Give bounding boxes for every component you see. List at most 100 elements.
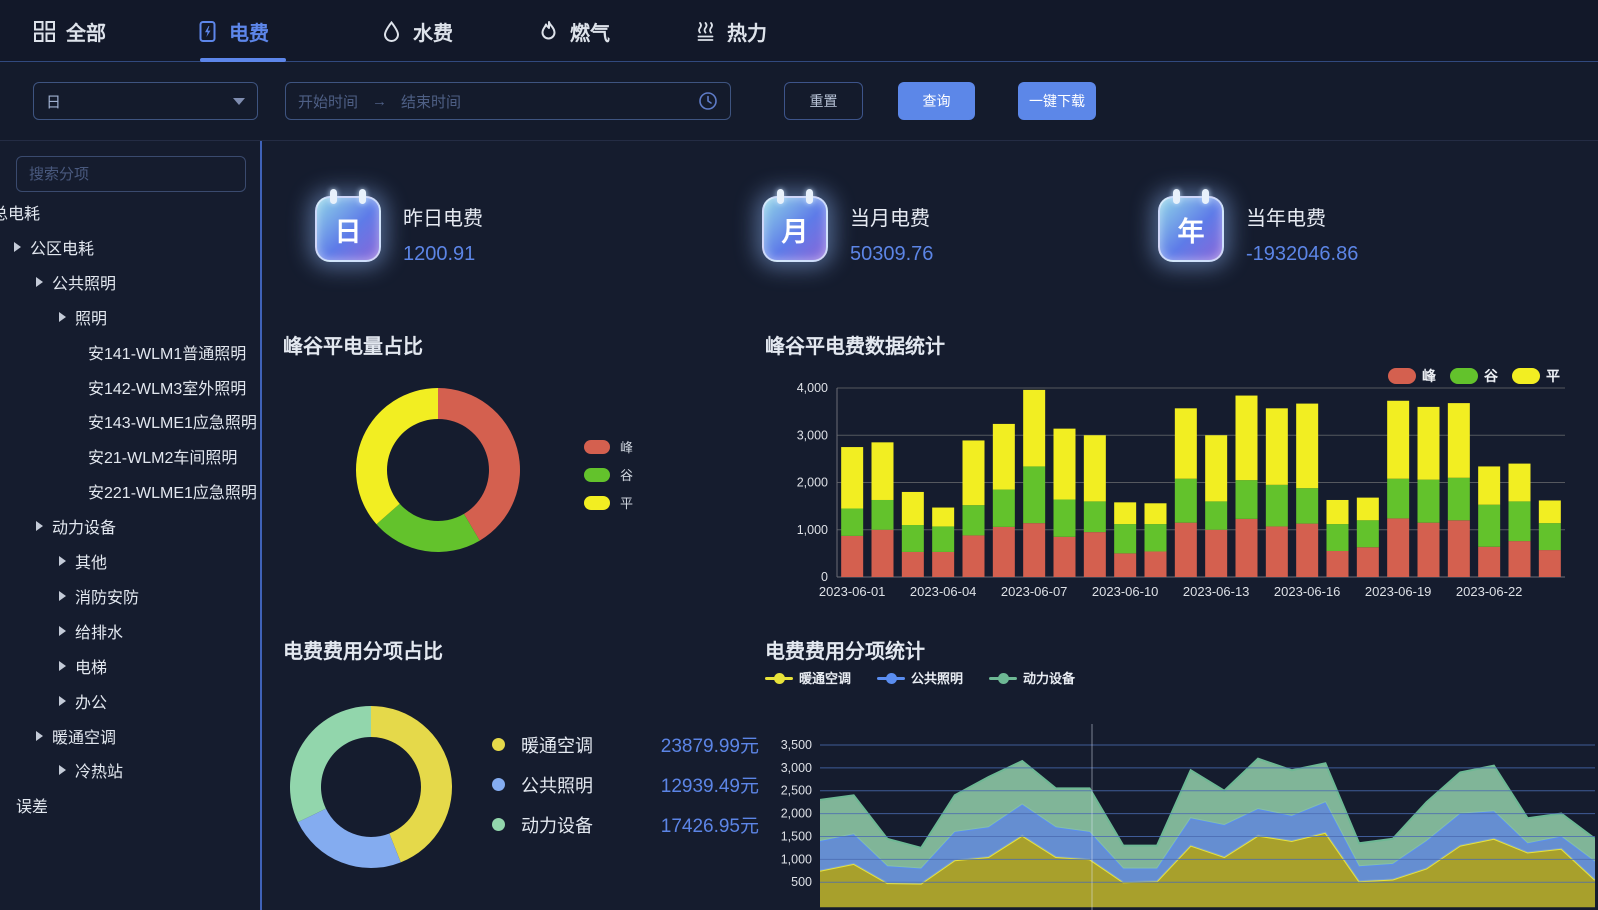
- caret-right-icon[interactable]: [59, 591, 66, 601]
- fee-breakdown-donut[interactable]: [272, 690, 472, 890]
- pie-slice-峰[interactable]: [438, 388, 520, 541]
- bar-segment-谷[interactable]: [1448, 478, 1470, 521]
- bar-segment-平[interactable]: [1539, 500, 1561, 523]
- bar-segment-平[interactable]: [1205, 435, 1227, 501]
- bar-segment-峰[interactable]: [1418, 523, 1440, 577]
- caret-right-icon[interactable]: [59, 312, 66, 322]
- tree-item[interactable]: 暖通空调: [36, 723, 116, 749]
- bar-segment-峰[interactable]: [1478, 547, 1500, 577]
- legend-item-暖通空调[interactable]: 暖通空调23879.99元: [492, 731, 759, 758]
- bar-segment-峰[interactable]: [902, 552, 924, 577]
- caret-right-icon[interactable]: [59, 556, 66, 566]
- bar-segment-谷[interactable]: [1296, 488, 1318, 523]
- caret-right-icon[interactable]: [59, 626, 66, 636]
- bar-segment-谷[interactable]: [1418, 480, 1440, 523]
- bar-segment-谷[interactable]: [993, 490, 1015, 527]
- tree-item[interactable]: 动力设备: [36, 513, 116, 539]
- bar-segment-平[interactable]: [1084, 435, 1106, 501]
- bar-segment-峰[interactable]: [872, 530, 894, 577]
- bar-segment-平[interactable]: [872, 442, 894, 500]
- bar-segment-谷[interactable]: [1478, 505, 1500, 547]
- tree-item[interactable]: 其他: [59, 548, 107, 574]
- legend-item-谷[interactable]: 谷: [1450, 366, 1498, 386]
- bar-segment-峰[interactable]: [963, 535, 985, 577]
- peak-valley-share-donut[interactable]: [340, 375, 540, 575]
- bar-segment-谷[interactable]: [1114, 524, 1136, 553]
- bar-segment-平[interactable]: [993, 424, 1015, 490]
- bar-segment-平[interactable]: [1296, 404, 1318, 489]
- bar-segment-峰[interactable]: [1266, 526, 1288, 577]
- tree-item[interactable]: 给排水: [59, 618, 123, 644]
- bar-segment-峰[interactable]: [1205, 530, 1227, 577]
- pie-slice-谷[interactable]: [376, 504, 479, 552]
- tree-item[interactable]: 公共照明: [36, 269, 116, 295]
- tree-item[interactable]: 安143-WLME1应急照明: [88, 408, 257, 434]
- bar-segment-谷[interactable]: [1327, 524, 1349, 551]
- bar-segment-谷[interactable]: [1357, 520, 1379, 547]
- bar-segment-平[interactable]: [1023, 390, 1045, 467]
- caret-right-icon[interactable]: [14, 242, 21, 252]
- bar-segment-谷[interactable]: [1175, 479, 1197, 523]
- bar-segment-谷[interactable]: [1539, 523, 1561, 550]
- peak-valley-daily-bar-chart[interactable]: 01,0002,0003,0004,0002023-06-012023-06-0…: [765, 360, 1598, 600]
- caret-right-icon[interactable]: [59, 765, 66, 775]
- tree-item[interactable]: 消防安防: [59, 583, 139, 609]
- caret-right-icon[interactable]: [36, 731, 43, 741]
- bar-segment-峰[interactable]: [1236, 519, 1258, 577]
- download-button[interactable]: 一键下载: [1018, 82, 1096, 120]
- bar-segment-谷[interactable]: [1236, 480, 1258, 519]
- bar-segment-平[interactable]: [963, 440, 985, 505]
- pie-slice-公共照明[interactable]: [298, 809, 401, 868]
- bar-segment-平[interactable]: [932, 508, 954, 527]
- tree-item[interactable]: 安21-WLM2车间照明: [88, 443, 237, 469]
- bar-segment-平[interactable]: [1418, 407, 1440, 480]
- bar-segment-谷[interactable]: [1266, 485, 1288, 527]
- caret-right-icon[interactable]: [36, 277, 43, 287]
- bar-segment-谷[interactable]: [1023, 466, 1045, 523]
- bar-segment-峰[interactable]: [1175, 523, 1197, 577]
- bar-segment-谷[interactable]: [932, 526, 954, 552]
- bar-segment-平[interactable]: [902, 492, 924, 525]
- query-button[interactable]: 查询: [898, 82, 975, 120]
- bar-segment-谷[interactable]: [1509, 501, 1531, 541]
- tree-item[interactable]: 办公: [59, 688, 107, 714]
- bar-segment-平[interactable]: [1236, 396, 1258, 481]
- bar-segment-平[interactable]: [1509, 464, 1531, 502]
- bar-segment-谷[interactable]: [1145, 524, 1167, 551]
- tree-item[interactable]: 总电耗: [0, 199, 40, 225]
- tree-item[interactable]: 误差: [16, 792, 48, 818]
- bar-segment-平[interactable]: [1266, 408, 1288, 485]
- bar-segment-峰[interactable]: [1023, 523, 1045, 577]
- tree-item[interactable]: 照明: [59, 304, 107, 330]
- legend-item-平[interactable]: 平: [1512, 366, 1560, 386]
- bar-segment-平[interactable]: [1448, 403, 1470, 478]
- tree-item[interactable]: 安141-WLM1普通照明: [88, 339, 246, 365]
- bar-segment-谷[interactable]: [963, 505, 985, 535]
- pie-slice-动力设备[interactable]: [290, 706, 371, 822]
- tab-heat[interactable]: 热力: [694, 0, 767, 62]
- bar-segment-谷[interactable]: [872, 500, 894, 530]
- reset-button[interactable]: 重置: [784, 82, 863, 120]
- bar-segment-平[interactable]: [1054, 429, 1076, 500]
- bar-segment-谷[interactable]: [1387, 479, 1409, 519]
- legend-item-公共照明[interactable]: 公共照明12939.49元: [492, 771, 759, 798]
- bar-segment-峰[interactable]: [1145, 551, 1167, 577]
- caret-right-icon[interactable]: [59, 696, 66, 706]
- caret-right-icon[interactable]: [59, 661, 66, 671]
- bar-segment-峰[interactable]: [1509, 541, 1531, 577]
- bar-segment-平[interactable]: [1357, 498, 1379, 521]
- date-range-input[interactable]: 开始时间 → 结束时间: [285, 82, 731, 120]
- bar-segment-谷[interactable]: [1205, 501, 1227, 529]
- legend-item-峰[interactable]: 峰: [584, 437, 633, 456]
- bar-segment-峰[interactable]: [1357, 547, 1379, 577]
- bar-segment-峰[interactable]: [1114, 553, 1136, 577]
- tree-item[interactable]: 电梯: [59, 653, 107, 679]
- bar-segment-峰[interactable]: [1539, 550, 1561, 577]
- bar-segment-平[interactable]: [1327, 500, 1349, 524]
- bar-segment-平[interactable]: [1145, 503, 1167, 524]
- tree-item[interactable]: 冷热站: [59, 757, 123, 783]
- tree-item[interactable]: 安221-WLME1应急照明: [88, 478, 257, 504]
- pie-slice-平[interactable]: [356, 388, 438, 524]
- bar-segment-平[interactable]: [1387, 401, 1409, 479]
- bar-segment-谷[interactable]: [1084, 501, 1106, 532]
